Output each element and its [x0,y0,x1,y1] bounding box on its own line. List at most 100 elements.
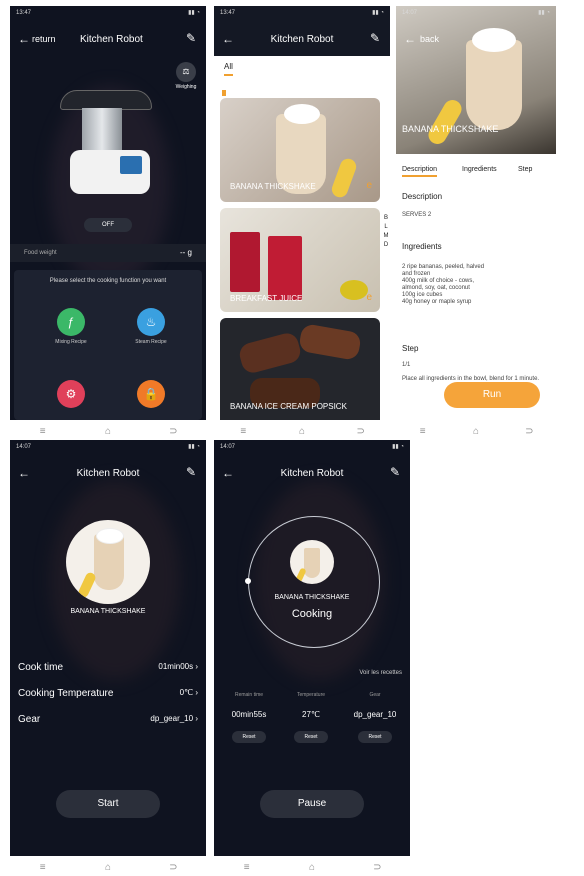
cooking-temperature-row[interactable]: Cooking Temperature 0℃ › [18,688,198,699]
top-bar: ← Kitchen Robot ✎ [10,462,206,486]
home-icon[interactable]: ⌂ [287,426,317,437]
progress-knob [245,578,251,584]
run-button[interactable]: Run [444,382,540,408]
menu-icon[interactable]: ≡ [232,862,262,873]
recipe-name: BANANA THICKSHAKE [70,608,146,615]
menu-icon[interactable]: ≡ [28,426,58,437]
filter-indicator [222,90,226,96]
pause-button[interactable]: Pause [260,790,364,818]
home-icon[interactable]: ⌂ [297,862,327,873]
function-gear[interactable]: ⚙ [57,380,85,408]
recipe-card-banana-ice-cream[interactable]: BANANA ICE CREAM POPSICK [220,318,380,420]
back-nav-icon[interactable]: ⊃ [362,862,392,873]
top-bar: ← Kitchen Robot ✎ [214,28,390,52]
tab-ingredients[interactable]: Ingredients [462,166,497,173]
kitchen-robot-image [60,90,160,200]
home-icon[interactable]: ⌂ [93,426,123,437]
menu-icon[interactable]: ≡ [28,862,58,873]
cooking-status: Cooking [291,608,333,620]
function-mixing[interactable]: ƒ Mixing Recipe [54,308,88,345]
edit-icon[interactable]: ✎ [370,31,380,45]
alpha-d[interactable]: D [382,241,390,250]
back-nav-icon[interactable]: ⊃ [158,426,188,437]
tab-step[interactable]: Step [518,166,532,173]
function-panel: Please select the cooking function you w… [14,270,202,420]
desc-text: SERVES 2 [402,212,432,218]
alpha-m[interactable]: M [382,232,390,241]
system-nav-3: ≡ ⌂ ⊃ [396,422,556,440]
ingredient-line: 2 ripe bananas, peeled, halved [402,264,485,270]
steam-label: Steam Recipe [135,339,167,345]
function-steam[interactable]: ♨ Steam Recipe [134,308,168,345]
mixing-icon: ƒ [57,308,85,336]
temperature-value-wrap: 0℃ › [180,688,198,697]
ingredient-line: and frozen [402,271,431,277]
col-gear: Gear dp_gear_10 Reset [344,692,406,743]
tab-description[interactable]: Description [402,166,438,177]
power-off-button[interactable]: OFF [84,218,132,232]
back-arrow-icon[interactable]: ← [18,32,30,46]
recipe-avatar [66,520,150,604]
menu-icon[interactable]: ≡ [228,426,258,437]
recipe-badge-icon: e [366,180,372,191]
ingredient-line: 40g honey or maple syrup [402,299,472,305]
detail-tabs: Description Ingredients Step [396,162,556,180]
recipe-title: BREAKFAST JUICE [230,294,303,303]
home-icon[interactable]: ⌂ [461,426,491,437]
edit-icon[interactable]: ✎ [186,31,196,45]
gear-value: dp_gear_10 [353,710,397,719]
ingredient-line: 400g milk of choice - cows, [402,278,475,284]
reset-gear-button[interactable]: Reset [358,731,392,743]
chevron-right-icon: › [195,688,198,697]
back-arrow-icon[interactable]: ← [404,32,416,46]
recipe-badge-icon: e [366,292,372,303]
function-lock[interactable]: 🔒 [137,380,165,408]
home-icon[interactable]: ⌂ [93,862,123,873]
weighing-label: Weighing [175,84,197,90]
gear-label: Gear [369,692,381,698]
recipe-name: BANANA THICKSHAKE [274,594,350,601]
edit-icon[interactable]: ✎ [390,465,400,479]
back-label[interactable]: return [32,34,56,44]
back-label[interactable]: back [420,34,439,44]
temperature-value: 0℃ [179,688,194,697]
reset-time-button[interactable]: Reset [232,731,266,743]
recipe-card-banana-thickshake[interactable]: BANANA THICKSHAKE e [220,98,380,202]
recipe-card-breakfast-juice[interactable]: BREAKFAST JUICE e [220,208,380,312]
weighing-button[interactable]: ⚖ Weighing [174,62,198,90]
hero-title: BANANA THICKSHAKE [402,124,499,134]
start-button[interactable]: Start [56,790,160,818]
screen-cooking: 14:07 ▮▮ ◔ ← Kitchen Robot ✎ BANANA THICK… [214,440,410,856]
cook-time-label: Cook time [18,662,64,673]
cook-time-row[interactable]: Cook time 01min00s › [18,662,198,673]
tab-all[interactable]: All [224,62,233,76]
alpha-b[interactable]: B [382,214,390,223]
status-bar: 13:47 ▮▮ ◔ [16,10,200,16]
gear-icon: ⚙ [65,387,77,401]
reset-temperature-button[interactable]: Reset [294,731,328,743]
back-nav-icon[interactable]: ⊃ [514,426,544,437]
gear-row[interactable]: Gear dp_gear_10 › [18,714,198,725]
steam-icon: ♨ [137,308,165,336]
page-title: Kitchen Robot [80,34,143,45]
status-bar: 14:07 ▮▮ ◔ [402,10,550,16]
alpha-l[interactable]: L [382,223,390,232]
recipe-avatar [290,540,334,584]
remain-time-value: 00min55s [231,710,267,719]
alpha-index[interactable]: B L M D [382,214,390,250]
mixing-label: Mixing Recipe [55,339,87,345]
system-nav-1: ≡ ⌂ ⊃ [10,422,206,440]
back-nav-icon[interactable]: ⊃ [158,862,188,873]
status-bar: 14:07 ▮▮ ◔ [220,444,404,450]
menu-icon[interactable]: ≡ [408,426,438,437]
screen-device-home: 13:47 ▮▮ ◔ ← return Kitchen Robot ✎ ⚖ Wei… [10,6,206,420]
edit-icon[interactable]: ✎ [186,465,196,479]
view-recipes-link[interactable]: Voir les recettes [359,670,402,676]
cooking-temperature-label: Cooking Temperature [18,688,114,699]
ingredient-line: 100g ice cubes [402,292,443,298]
page-title: Kitchen Robot [280,468,344,479]
back-nav-icon[interactable]: ⊃ [346,426,376,437]
chevron-right-icon: › [195,662,198,671]
system-nav-5: ≡ ⌂ ⊃ [214,858,410,876]
page-title: Kitchen Robot [76,468,140,479]
